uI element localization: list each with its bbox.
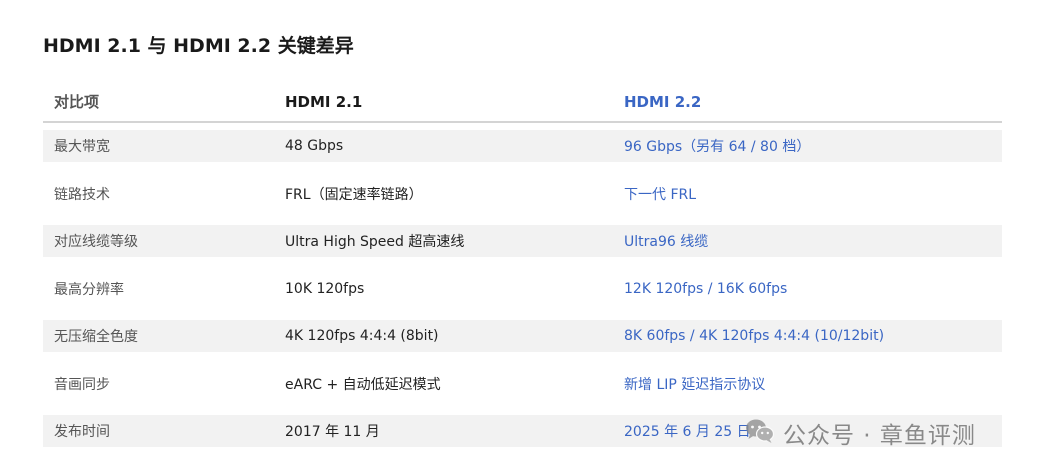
table-row: 最大带宽 48 Gbps 96 Gbps（另有 64 / 80 档） xyxy=(43,130,1002,162)
hdmi-21-value: eARC + 自动低延迟模式 xyxy=(285,376,441,393)
hdmi-22-value: Ultra96 线缆 xyxy=(624,234,709,250)
header-hdmi-22: HDMI 2.2 xyxy=(624,92,702,111)
header-criteria: 对比项 xyxy=(54,93,100,111)
hdmi-22-value: 12K 120fps / 16K 60fps xyxy=(624,280,788,297)
table-row: 无压缩全色度 4K 120fps 4:4:4 (8bit) 8K 60fps /… xyxy=(43,320,1002,352)
hdmi-21-value: FRL（固定速率链路） xyxy=(285,186,423,203)
table-header-row: 对比项 HDMI 2.1 HDMI 2.2 xyxy=(43,82,1002,123)
row-label: 无压缩全色度 xyxy=(54,329,138,345)
watermark: 公众号 · 章鱼评测 xyxy=(745,416,976,450)
row-label: 对应线缆等级 xyxy=(54,234,138,250)
row-label: 音画同步 xyxy=(54,376,110,393)
hdmi-21-value: 10K 120fps xyxy=(285,280,365,297)
hdmi-22-value: 2025 年 6 月 25 日 xyxy=(624,424,751,440)
page-title: HDMI 2.1 与 HDMI 2.2 关键差异 xyxy=(43,35,354,57)
hdmi-22-value: 下一代 FRL xyxy=(624,186,697,203)
row-label: 最大带宽 xyxy=(54,139,110,155)
watermark-text: 公众号 · 章鱼评测 xyxy=(783,423,976,449)
header-hdmi-21: HDMI 2.1 xyxy=(285,92,363,111)
hdmi-22-value: 8K 60fps / 4K 120fps 4:4:4 (10/12bit) xyxy=(624,328,885,344)
hdmi-22-value: 新增 LIP 延迟指示协议 xyxy=(624,376,766,393)
hdmi-21-value: 48 Gbps xyxy=(285,138,344,154)
row-label: 最高分辨率 xyxy=(54,281,124,298)
table-row: 对应线缆等级 Ultra High Speed 超高速线 Ultra96 线缆 xyxy=(43,225,1002,257)
hdmi-21-value: 2017 年 11 月 xyxy=(285,424,380,440)
row-label: 链路技术 xyxy=(54,186,110,203)
table-row: 音画同步 eARC + 自动低延迟模式 新增 LIP 延迟指示协议 xyxy=(43,368,1002,400)
hdmi-21-value: Ultra High Speed 超高速线 xyxy=(285,234,465,250)
table-row: 最高分辨率 10K 120fps 12K 120fps / 16K 60fps xyxy=(43,273,1002,305)
table-row: 链路技术 FRL（固定速率链路） 下一代 FRL xyxy=(43,178,1002,210)
row-label: 发布时间 xyxy=(54,424,110,440)
wechat-icon xyxy=(745,418,775,448)
hdmi-21-value: 4K 120fps 4:4:4 (8bit) xyxy=(285,328,439,344)
comparison-table: 对比项 HDMI 2.1 HDMI 2.2 最大带宽 48 Gbps 96 Gb… xyxy=(43,82,1002,447)
hdmi-22-value: 96 Gbps（另有 64 / 80 档） xyxy=(624,139,811,155)
